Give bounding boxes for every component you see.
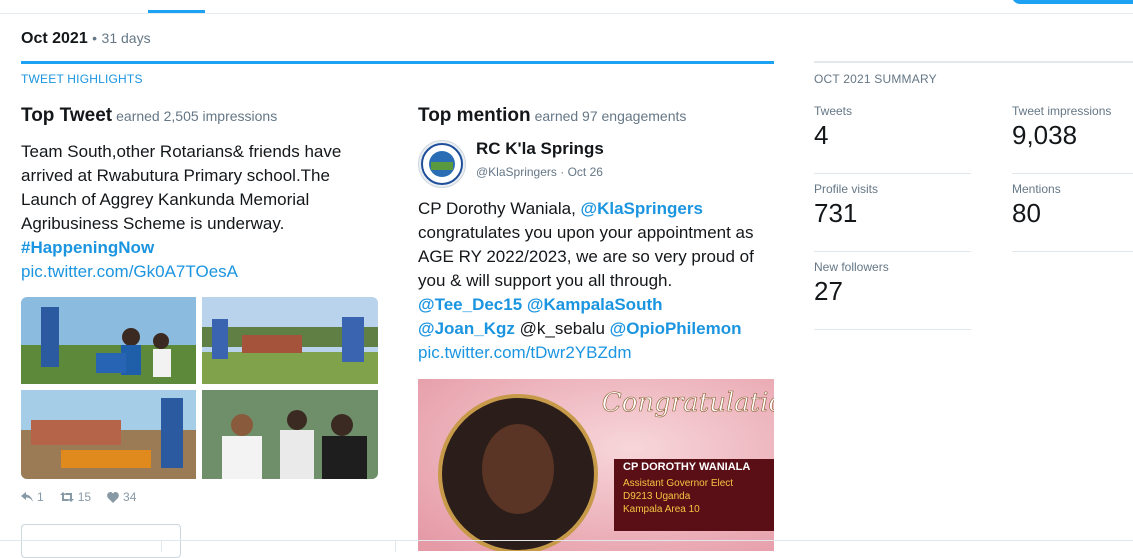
top-tweet-subtitle: earned 2,505 impressions xyxy=(116,108,278,124)
period-month: Oct 2021 xyxy=(21,30,88,47)
metric-label: Mentions xyxy=(1012,182,1061,196)
meta-dot: · xyxy=(560,165,565,179)
tweet-line: Launch of Aggrey Kankunda Memorial xyxy=(21,190,310,209)
author-meta: @KlaSpringers · Oct 26 xyxy=(476,165,603,179)
metric-label: New followers xyxy=(814,260,889,274)
like-action[interactable]: 34 xyxy=(107,490,136,504)
tweet-actions: 1 15 34 xyxy=(21,490,136,504)
top-tweet-text: Team South,other Rotarians& friends have… xyxy=(21,140,376,284)
tweet-line: Agribusiness Scheme is underway. xyxy=(21,214,285,233)
period-separator: • xyxy=(92,30,98,46)
author-avatar[interactable] xyxy=(418,140,466,188)
mention-link-klaspringers[interactable]: @KlaSpringers xyxy=(581,199,703,218)
view-tweet-activity-button[interactable] xyxy=(21,524,181,558)
tweet-photo-4[interactable] xyxy=(202,390,378,479)
top-mention-heading: Top mention earned 97 engagements xyxy=(418,105,686,127)
top-tweet-heading: Top Tweet earned 2,505 impressions xyxy=(21,105,277,127)
top-mention-text: CP Dorothy Waniala, @KlaSpringers congra… xyxy=(418,197,778,365)
reply-icon xyxy=(21,492,33,502)
promo-line-1: Assistant Governor Elect xyxy=(623,478,733,489)
bottom-column-divider xyxy=(161,540,162,552)
like-count: 34 xyxy=(123,490,137,504)
metric-value: 9,038 xyxy=(1012,120,1078,150)
tweet-highlights-label: TWEET HIGHLIGHTS xyxy=(21,72,143,86)
bottom-column-divider xyxy=(395,540,396,552)
hashtag-link[interactable]: #HappeningNow xyxy=(21,238,154,257)
metric-tweet-impressions: Tweet impressions 9,038 xyxy=(1012,96,1133,174)
mention-link-opio[interactable]: @OpioPhilemon xyxy=(610,319,742,338)
promo-line-3: Kampala Area 10 xyxy=(623,504,700,515)
metric-value: 4 xyxy=(814,120,829,150)
metric-value: 731 xyxy=(814,198,858,228)
retweet-count: 15 xyxy=(77,490,92,504)
metric-label: Profile visits xyxy=(814,182,879,196)
mention-text-2: congratulates you upon your appointment … xyxy=(418,223,754,290)
reply-action[interactable]: 1 xyxy=(21,490,44,504)
mention-link-joan[interactable]: @Joan_Kgz xyxy=(418,319,515,338)
tweet-line: arrived at Rwabutura Primary school.The xyxy=(21,166,330,185)
top-right-button[interactable] xyxy=(1012,0,1133,4)
author-handle[interactable]: @KlaSpringers xyxy=(476,165,557,179)
metric-label: Tweet impressions xyxy=(1012,104,1112,118)
top-nav-bar xyxy=(0,0,1133,14)
period-days: 31 days xyxy=(101,30,151,46)
heart-icon xyxy=(107,491,119,503)
mention-media-link[interactable]: pic.twitter.com/tDwr2YBZdm xyxy=(418,343,632,362)
metric-label: Tweets xyxy=(814,104,853,118)
tweet-photo-grid[interactable] xyxy=(21,297,378,479)
metric-mentions: Mentions 80 xyxy=(1012,174,1133,252)
author-name[interactable]: RC K'la Springs xyxy=(476,139,604,159)
active-tab-indicator xyxy=(148,10,205,13)
metric-profile-visits: Profile visits 731 xyxy=(814,174,971,252)
mention-date[interactable]: Oct 26 xyxy=(568,165,603,179)
metric-value: 27 xyxy=(814,276,843,306)
tweet-photo-3[interactable] xyxy=(21,390,196,479)
bottom-divider xyxy=(0,540,1133,541)
tweet-line: Team South,other Rotarians& friends have xyxy=(21,142,342,161)
promo-name: CP DOROTHY WANIALA xyxy=(623,461,750,473)
top-mention-title: Top mention xyxy=(418,105,531,126)
mention-link-tee[interactable]: @Tee_Dec15 xyxy=(418,295,522,314)
tweet-media-link[interactable]: pic.twitter.com/Gk0A7TOesA xyxy=(21,262,238,281)
summary-label: OCT 2021 SUMMARY xyxy=(814,72,937,86)
retweet-icon xyxy=(59,492,74,502)
mention-text-1: CP Dorothy Waniala, xyxy=(418,199,581,218)
plain-handle: @k_sebalu xyxy=(519,319,605,338)
mention-link-kampalasouth[interactable]: @KampalaSouth xyxy=(527,295,663,314)
summary-divider xyxy=(814,61,1133,63)
highlights-divider xyxy=(21,61,774,64)
metric-value: 80 xyxy=(1012,198,1041,228)
promo-line-2: D9213 Uganda xyxy=(623,491,691,502)
top-tweet-title: Top Tweet xyxy=(21,105,113,126)
metric-new-followers: New followers 27 xyxy=(814,252,971,330)
metric-tweets: Tweets 4 xyxy=(814,96,971,174)
tweet-photo-2[interactable] xyxy=(202,297,378,384)
top-mention-subtitle: earned 97 engagements xyxy=(534,108,687,124)
tweet-photo-1[interactable] xyxy=(21,297,196,384)
period-header: Oct 2021 • 31 days xyxy=(21,30,151,48)
reply-count: 1 xyxy=(37,490,44,504)
promo-headline: Congratulations xyxy=(602,388,774,418)
retweet-action[interactable]: 15 xyxy=(59,490,92,504)
mention-media-image[interactable]: Congratulations CP DOROTHY WANIALA Assis… xyxy=(418,379,774,551)
